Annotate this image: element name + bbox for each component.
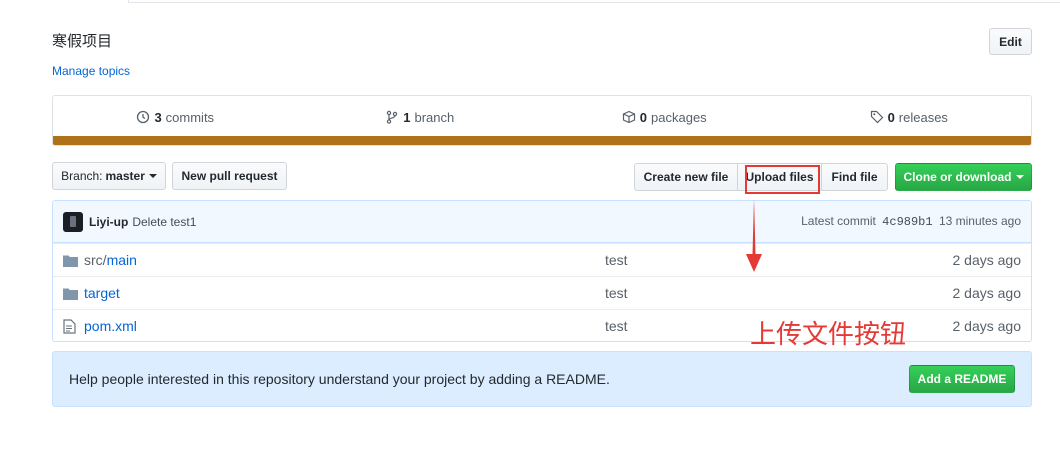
table-row: target test 2 days ago	[53, 276, 1031, 309]
chevron-down-icon	[1015, 175, 1024, 179]
readme-banner: Help people interested in this repositor…	[52, 351, 1032, 407]
manage-topics-link[interactable]: Manage topics	[52, 64, 130, 78]
file-age: 2 days ago	[952, 252, 1022, 268]
avatar[interactable]	[63, 211, 83, 232]
git-branch-icon	[387, 110, 398, 124]
commits-link[interactable]: 3 commits	[53, 96, 298, 138]
commits-count: 3	[154, 109, 162, 125]
file-commit-message[interactable]: test	[605, 285, 628, 301]
find-file-button[interactable]: Find file	[821, 163, 888, 191]
branch-prefix: Branch:	[61, 169, 103, 183]
file-name[interactable]: pom.xml	[84, 318, 137, 334]
history-icon	[137, 110, 150, 124]
language-bar[interactable]	[53, 136, 1031, 145]
file-commit-message[interactable]: test	[605, 252, 628, 268]
branch-name: master	[105, 169, 145, 183]
annotation-arrow-icon	[746, 198, 762, 272]
releases-link[interactable]: 0 releases	[787, 96, 1032, 138]
branch-label: branch	[414, 109, 455, 125]
latest-commit-prefix: Latest commit	[801, 214, 876, 228]
repo-description: 寒假项目	[52, 32, 113, 50]
file-icon	[63, 318, 79, 334]
releases-label: releases	[898, 109, 948, 125]
edit-button[interactable]: Edit	[989, 28, 1032, 55]
file-name[interactable]: target	[84, 285, 120, 301]
latest-commit-bar: Liyi-up Delete test1 Latest commit 4c989…	[53, 201, 1031, 243]
commits-label: commits	[165, 109, 215, 125]
clone-label: Clone or download	[903, 170, 1012, 184]
file-name[interactable]: src/main	[84, 252, 137, 268]
top-tab-border	[0, 0, 1060, 3]
readme-banner-text: Help people interested in this repositor…	[69, 371, 610, 387]
latest-commit-info: Latest commit 4c989b1 13 minutes ago	[801, 214, 1021, 229]
branches-link[interactable]: 1 branch	[298, 96, 543, 138]
file-age: 2 days ago	[952, 318, 1022, 334]
file-commit-message[interactable]: test	[605, 318, 628, 334]
clone-or-download-button[interactable]: Clone or download	[895, 163, 1032, 191]
commit-sha[interactable]: 4c989b1	[882, 215, 932, 229]
packages-link[interactable]: 0 packages	[542, 96, 787, 138]
folder-icon	[63, 253, 79, 267]
file-age: 2 days ago	[952, 285, 1022, 301]
package-icon	[622, 110, 635, 124]
commit-age: 13 minutes ago	[938, 214, 1021, 228]
table-row: src/main test 2 days ago	[53, 243, 1031, 276]
releases-count: 0	[887, 109, 895, 125]
tag-icon	[870, 110, 883, 124]
commit-author[interactable]: Liyi-up	[89, 215, 128, 229]
branch-count: 1	[403, 109, 411, 125]
chevron-down-icon	[148, 174, 157, 178]
folder-icon	[63, 286, 79, 300]
commit-message[interactable]: Delete test1	[132, 215, 196, 229]
packages-count: 0	[639, 109, 648, 125]
new-pull-request-button[interactable]: New pull request	[172, 162, 287, 190]
annotation-label: 上传文件按钮	[750, 320, 907, 350]
branch-select-button[interactable]: Branch: master	[52, 162, 166, 190]
add-readme-button[interactable]: Add a README	[909, 365, 1015, 393]
create-new-file-button[interactable]: Create new file	[634, 163, 738, 191]
repo-summary: 3 commits 1 branch 0 packages 0 releases	[52, 95, 1032, 146]
packages-label: packages	[651, 109, 707, 125]
upload-files-button[interactable]: Upload files	[737, 163, 822, 191]
